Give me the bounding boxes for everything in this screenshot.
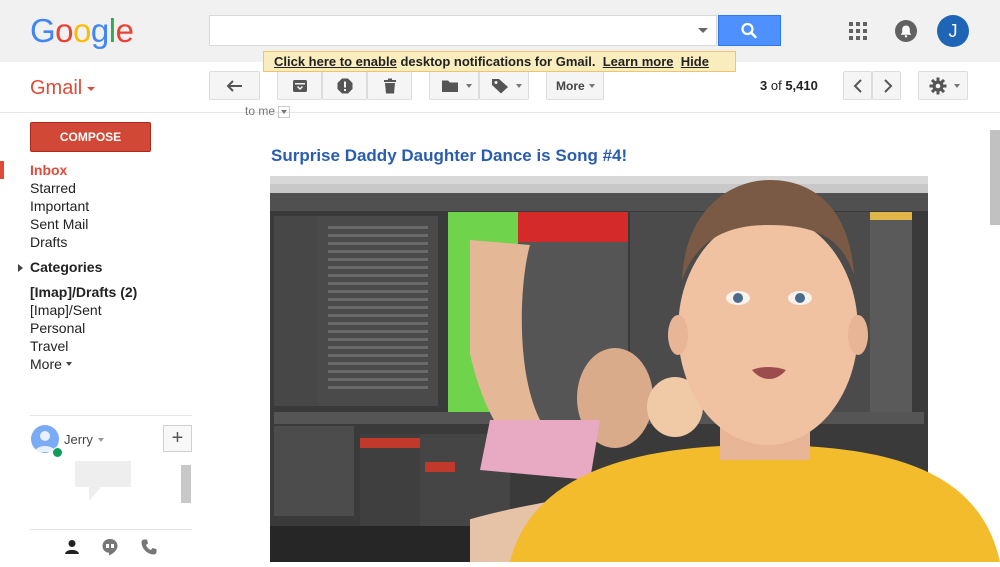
chevron-down-icon: [87, 86, 96, 91]
chevron-down-icon: [954, 84, 960, 88]
sidebar-item-more[interactable]: More: [30, 356, 72, 372]
desktop-notification-banner: Click here to enable desktop notificatio…: [263, 51, 736, 72]
logo-letter: G: [30, 12, 56, 49]
banner-message: desktop notifications for Gmail.: [396, 54, 596, 69]
archive-button[interactable]: [277, 71, 322, 100]
phone-icon[interactable]: [140, 538, 158, 556]
report-spam-icon: [337, 78, 353, 94]
sidebar-item-starred[interactable]: Starred: [30, 180, 76, 196]
search-input[interactable]: [209, 15, 717, 46]
chevron-down-icon: [97, 438, 104, 442]
sidebar-item-drafts[interactable]: Drafts: [30, 234, 67, 250]
labels-button[interactable]: [479, 71, 529, 100]
folder-icon: [442, 80, 458, 92]
notifications-icon[interactable]: [895, 20, 917, 42]
hide-banner-link[interactable]: Hide: [681, 54, 709, 69]
sidebar-item-categories[interactable]: Categories: [30, 259, 102, 275]
label-icon: [492, 79, 508, 94]
person-icon[interactable]: [63, 538, 81, 556]
trash-icon: [384, 78, 396, 94]
pager-total: 5,410: [785, 78, 818, 93]
email-subject-heading[interactable]: Surprise Daddy Daughter Dance is Song #4…: [271, 146, 627, 166]
logo-letter: l: [108, 12, 116, 49]
report-spam-button[interactable]: [322, 71, 367, 100]
chat-bubble-icon: [71, 457, 135, 508]
chevron-down-icon: [65, 362, 72, 366]
chevron-right-icon: [884, 79, 893, 93]
gear-icon: [929, 77, 947, 95]
chevron-down-icon: [466, 84, 472, 88]
older-button[interactable]: [872, 71, 901, 100]
sidebar-item-important[interactable]: Important: [30, 198, 89, 214]
sidebar-item-sent-mail[interactable]: Sent Mail: [30, 216, 88, 232]
enable-notifications-link[interactable]: Click here to enable: [274, 54, 397, 69]
gmail-menu[interactable]: Gmail: [30, 77, 96, 100]
gmail-menu-label: Gmail: [30, 77, 83, 99]
expand-arrow-icon[interactable]: [18, 264, 23, 272]
chevron-left-icon: [853, 79, 862, 93]
back-arrow-icon: [226, 80, 242, 92]
sidebar-scrollbar[interactable]: [181, 465, 191, 503]
chevron-down-icon: [280, 109, 287, 114]
new-conversation-button[interactable]: +: [163, 425, 192, 452]
online-status-dot: [52, 447, 63, 458]
more-button-label: More: [556, 79, 585, 93]
search-options-dropdown[interactable]: [698, 28, 708, 33]
chevron-down-icon: [589, 84, 595, 88]
more-actions-button[interactable]: More: [546, 71, 604, 100]
sidebar-item-personal[interactable]: Personal: [30, 320, 85, 336]
divider: [30, 415, 192, 416]
newer-button[interactable]: [843, 71, 872, 100]
logo-letter: o: [73, 12, 91, 49]
compose-button[interactable]: COMPOSE: [30, 122, 151, 152]
delete-button[interactable]: [367, 71, 412, 100]
settings-button[interactable]: [918, 71, 968, 100]
sidebar-item-travel[interactable]: Travel: [30, 338, 68, 354]
presenter-image: [440, 180, 1000, 562]
recipient-details-toggle[interactable]: [278, 105, 291, 118]
chevron-down-icon: [516, 84, 522, 88]
apps-grid-icon[interactable]: [848, 21, 868, 41]
logo-letter: e: [115, 12, 134, 49]
back-button[interactable]: [209, 71, 260, 100]
account-avatar[interactable]: J: [937, 15, 969, 47]
search-button[interactable]: [718, 15, 781, 46]
logo-letter: g: [90, 12, 109, 49]
recipient-line[interactable]: to me: [245, 104, 291, 118]
sidebar-item-inbox[interactable]: Inbox: [30, 162, 67, 178]
move-to-button[interactable]: [429, 71, 479, 100]
sidebar-item-imap-drafts[interactable]: [Imap]/Drafts (2): [30, 284, 137, 300]
logo-letter: o: [55, 12, 74, 49]
pager-of: of: [767, 78, 786, 93]
to-me-label: to me: [245, 104, 276, 118]
sidebar-item-imap-sent[interactable]: [Imap]/Sent: [30, 302, 102, 318]
google-logo[interactable]: Google: [30, 12, 134, 50]
presenter-video-overlay: [440, 170, 1000, 562]
learn-more-link[interactable]: Learn more: [603, 54, 674, 69]
hangouts-user-name: Jerry: [64, 432, 93, 447]
hangouts-icon[interactable]: [101, 538, 119, 556]
pager-count: 3 of 5,410: [760, 78, 818, 93]
archive-icon: [293, 80, 307, 92]
inbox-active-indicator: [0, 161, 4, 179]
search-icon: [741, 22, 757, 39]
sidebar-more-label: More: [30, 356, 62, 372]
hangouts-user-menu[interactable]: Jerry: [64, 432, 104, 447]
